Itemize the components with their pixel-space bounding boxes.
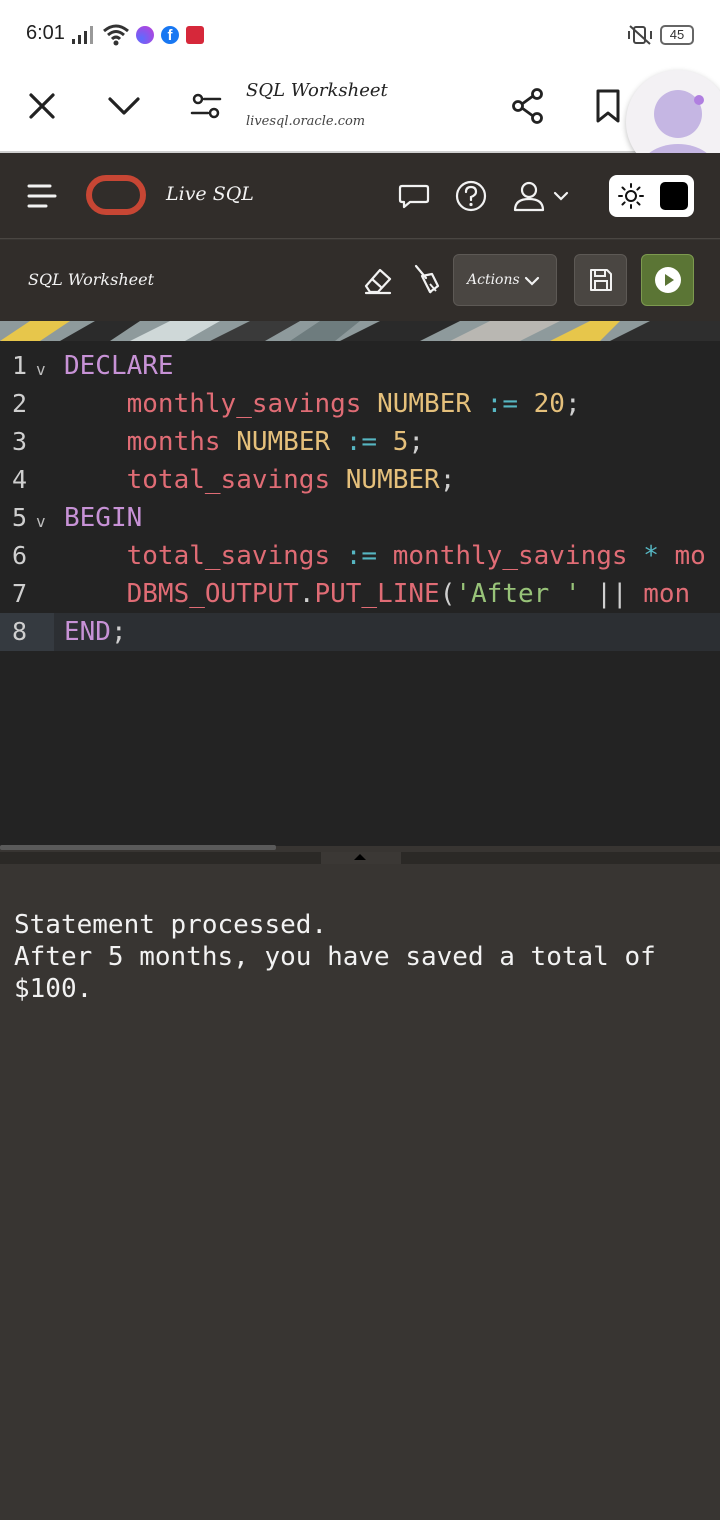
line-number: 3	[12, 427, 28, 456]
code-line-active[interactable]: 8 END;	[0, 613, 720, 651]
status-bar: 6:01 f 45	[0, 0, 720, 70]
code-token: NUMBER	[345, 465, 440, 495]
code-token: mon	[643, 579, 691, 609]
browser-toolbar: SQL Worksheet livesql.oracle.com	[0, 70, 720, 174]
signal-icon	[72, 26, 93, 44]
clear-output-icon[interactable]	[408, 262, 444, 298]
chevron-down-icon[interactable]	[102, 84, 146, 128]
code-token: 'After '	[455, 579, 581, 609]
code-token: *	[643, 541, 659, 571]
code-token: ||	[596, 579, 628, 609]
fold-icon[interactable]: v	[36, 351, 46, 389]
help-icon[interactable]	[453, 178, 489, 214]
code-line[interactable]: 2 monthly_savings NUMBER := 20;	[0, 385, 720, 423]
code-token: DECLARE	[64, 351, 174, 381]
output-line: After 5 months, you have saved a total o…	[14, 942, 656, 972]
code-line[interactable]: 7 DBMS_OUTPUT.PUT_LINE('After ' || mon	[0, 575, 720, 613]
code-token: total_savings	[126, 465, 331, 495]
vibrate-off-icon	[628, 25, 652, 45]
line-number: 6	[12, 541, 28, 570]
save-button[interactable]	[574, 254, 627, 306]
code-token: BEGIN	[64, 503, 143, 533]
code-line[interactable]: 5v BEGIN	[0, 499, 720, 537]
line-number: 2	[12, 389, 28, 418]
save-icon	[590, 269, 612, 291]
app-header: Live SQL	[0, 153, 720, 239]
code-token: months	[126, 427, 221, 457]
code-token: END	[64, 617, 111, 647]
code-line[interactable]: 4 total_savings NUMBER;	[0, 461, 720, 499]
line-number: 8	[12, 617, 28, 646]
code-token: ;	[408, 427, 425, 457]
oracle-logo	[86, 175, 146, 215]
app-title: Live SQL	[166, 183, 254, 205]
line-number: 7	[12, 579, 28, 608]
output-line: $100.	[14, 974, 93, 1004]
dark-mode-icon	[660, 182, 688, 210]
code-token: NUMBER	[377, 389, 472, 419]
line-number: 4	[12, 465, 28, 494]
code-token: .	[298, 579, 315, 609]
eraser-icon[interactable]	[360, 262, 396, 298]
actions-label: Actions	[467, 272, 520, 288]
play-icon	[655, 267, 681, 293]
worksheet-toolbar: SQL Worksheet Actions	[0, 240, 720, 321]
code-token: ;	[110, 617, 127, 647]
fold-icon[interactable]: v	[36, 503, 46, 541]
menu-icon[interactable]	[26, 181, 58, 211]
chevron-down-icon	[524, 276, 540, 286]
line-number: 1	[12, 351, 28, 380]
editor-horizontal-scrollbar[interactable]	[0, 845, 276, 850]
sun-icon	[618, 183, 644, 209]
code-editor[interactable]: 1v DECLARE 2 monthly_savings NUMBER := 2…	[0, 341, 720, 846]
code-token: ;	[439, 465, 456, 495]
page-settings-icon[interactable]	[184, 84, 228, 128]
user-menu-icon[interactable]	[511, 178, 575, 214]
code-token: :=	[486, 389, 518, 419]
output-line: Statement processed.	[14, 910, 328, 940]
facebook-icon: f	[161, 26, 179, 44]
code-token: mo	[674, 541, 706, 571]
wifi-icon	[103, 24, 129, 46]
code-line[interactable]: 3 months NUMBER := 5;	[0, 423, 720, 461]
feedback-icon[interactable]	[396, 178, 432, 214]
browser-page-title: SQL Worksheet	[246, 80, 388, 101]
close-icon[interactable]	[20, 84, 64, 128]
code-token: monthly_savings	[392, 541, 628, 571]
messenger-icon	[136, 26, 154, 44]
decorative-banner	[0, 321, 720, 341]
code-token: :=	[345, 427, 378, 457]
share-icon[interactable]	[506, 84, 550, 128]
code-token: PUT_LINE	[314, 579, 440, 609]
code-line[interactable]: 1v DECLARE	[0, 347, 720, 385]
bookmark-icon[interactable]	[586, 84, 630, 128]
code-token: total_savings	[126, 541, 331, 571]
line-number: 5	[12, 503, 28, 532]
worksheet-title: SQL Worksheet	[28, 270, 155, 289]
actions-dropdown[interactable]: Actions	[453, 254, 557, 306]
run-button[interactable]	[641, 254, 694, 306]
battery-indicator: 45	[660, 25, 694, 45]
splitter-handle[interactable]	[321, 852, 401, 864]
script-output: Statement processed. After 5 months, you…	[0, 864, 720, 1520]
code-token: DBMS_OUTPUT	[126, 579, 299, 609]
code-token: (	[439, 579, 456, 609]
code-token: monthly_savings	[126, 389, 362, 419]
app-notification-icon	[186, 26, 204, 44]
code-token: :=	[345, 541, 378, 571]
pane-splitter[interactable]	[0, 852, 720, 864]
code-line[interactable]: 6 total_savings := monthly_savings * mo	[0, 537, 720, 575]
code-token: 20	[533, 389, 565, 419]
code-token: 5	[392, 427, 409, 457]
browser-url[interactable]: livesql.oracle.com	[246, 114, 365, 129]
status-time: 6:01	[26, 22, 65, 44]
theme-toggle[interactable]	[609, 175, 694, 217]
code-token: ;	[564, 389, 581, 419]
collapse-up-icon	[354, 854, 366, 860]
code-token: NUMBER	[236, 427, 331, 457]
